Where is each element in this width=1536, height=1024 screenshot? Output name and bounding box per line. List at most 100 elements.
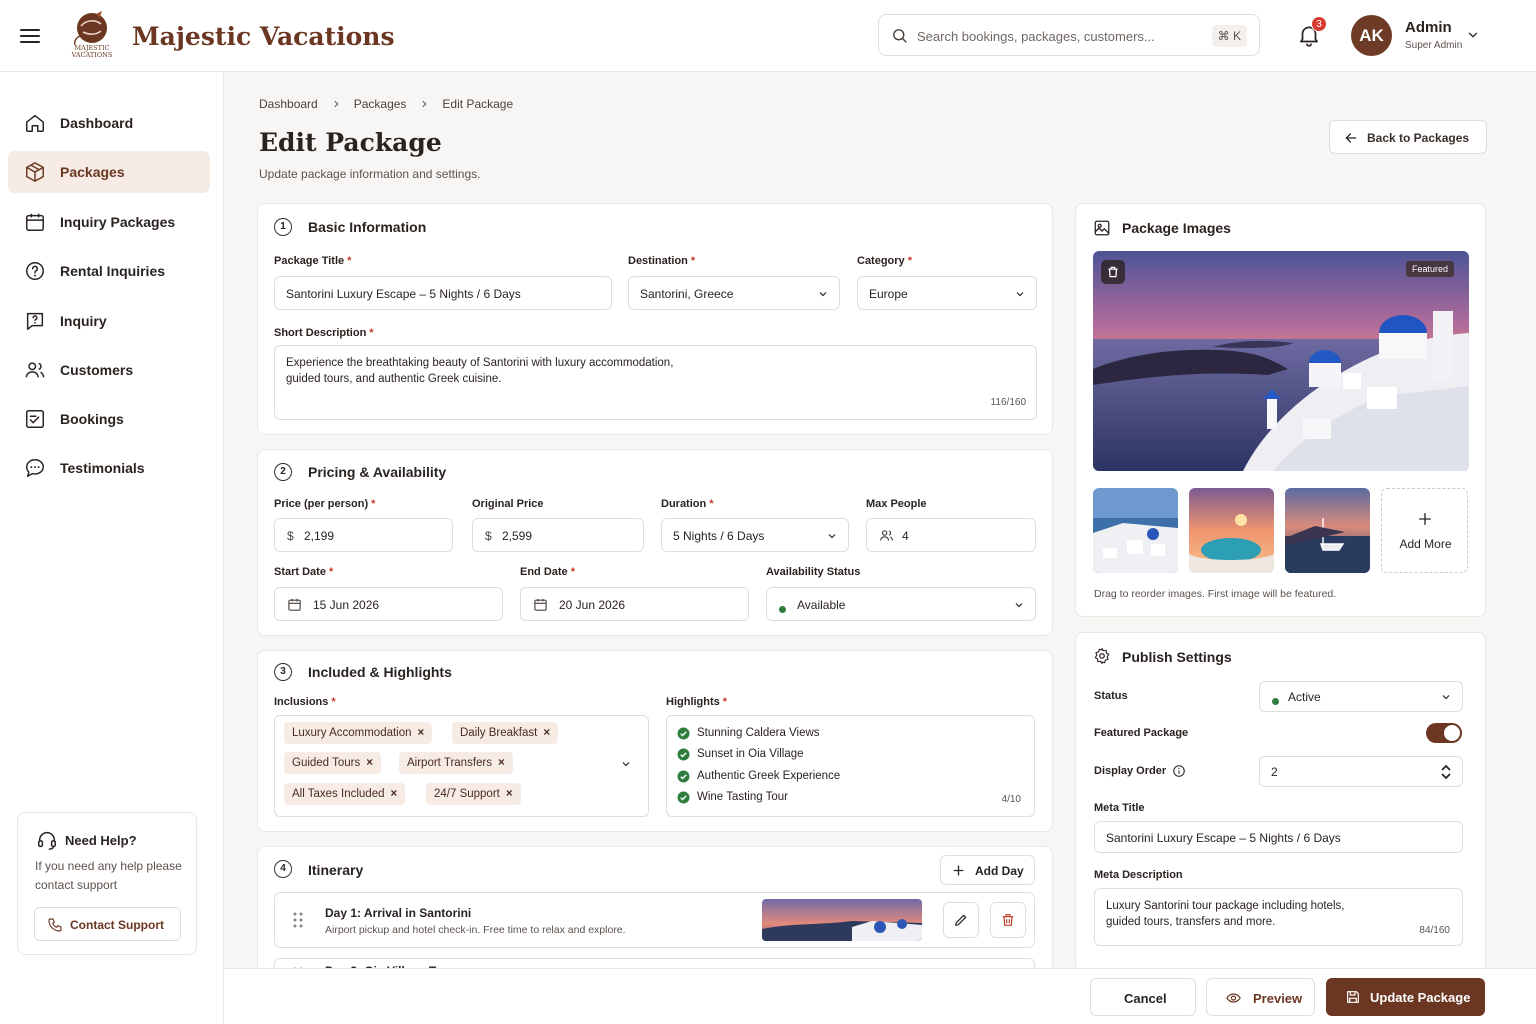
availability-select[interactable]: Available [766, 587, 1036, 621]
cancel-label: Cancel [1124, 991, 1167, 1006]
short-description-textarea[interactable]: Experience the breathtaking beauty of Sa… [274, 345, 1037, 420]
cancel-button[interactable]: Cancel [1090, 978, 1196, 1016]
display-order-input[interactable]: 2 [1259, 756, 1463, 787]
breadcrumb: Dashboard Packages Edit Package [259, 97, 513, 111]
step-number: 3 [274, 663, 292, 681]
arrow-left-icon [1344, 131, 1358, 145]
remove-chip-icon[interactable]: × [418, 727, 425, 739]
package-icon [24, 161, 46, 183]
help-text: If you need any help please contact supp… [35, 859, 182, 892]
delete-day-button[interactable] [990, 902, 1026, 938]
booking-icon [24, 408, 46, 430]
sidebar-item-bookings[interactable]: Bookings [8, 398, 210, 440]
inclusions-label: Inclusions * [274, 696, 336, 708]
plus-icon [1417, 511, 1433, 527]
price-input[interactable]: $2,199 [274, 518, 453, 552]
itinerary-title: Itinerary [308, 862, 364, 878]
chevron-down-icon[interactable] [620, 758, 632, 770]
remove-chip-icon[interactable]: × [506, 788, 513, 800]
start-date-input[interactable]: 15 Jun 2026 [274, 587, 503, 621]
package-title-input[interactable]: Santorini Luxury Escape – 5 Nights / 6 D… [274, 276, 612, 310]
featured-tag: Featured [1406, 261, 1455, 277]
inclusion-chip: Airport Transfers × [399, 752, 513, 774]
drag-handle-icon[interactable] [293, 912, 303, 928]
search-input[interactable] [917, 23, 1197, 49]
remove-chip-icon[interactable]: × [543, 727, 550, 739]
highlight-item: Authentic Greek Experience [697, 770, 841, 782]
duration-select[interactable]: 5 Nights / 6 Days [661, 518, 849, 552]
add-more-images-button[interactable]: Add More [1381, 488, 1468, 573]
max-people-input[interactable]: 4 [866, 518, 1036, 552]
contact-support-label: Contact Support [70, 918, 164, 932]
short-description-label: Short Description * [274, 327, 374, 339]
image-thumbnail[interactable] [1093, 488, 1178, 573]
brand-logo[interactable]: MAJESTIC VACATIONS [66, 8, 118, 62]
sidebar-item-packages[interactable]: Packages [8, 151, 210, 193]
sidebar-item-label: Inquiry [60, 313, 107, 329]
breadcrumb-dashboard[interactable]: Dashboard [259, 97, 318, 111]
destination-select[interactable]: Santorini, Greece [628, 276, 840, 310]
original-price-input[interactable]: $2,599 [472, 518, 644, 552]
meta-title-input[interactable]: Santorini Luxury Escape – 5 Nights / 6 D… [1094, 821, 1463, 853]
add-day-button[interactable]: Add Day [940, 855, 1035, 885]
inclusion-chip: 24/7 Support × [426, 783, 521, 805]
sidebar-item-inquiry-packages[interactable]: Inquiry Packages [8, 201, 210, 243]
check-circle-icon [677, 791, 690, 804]
info-icon[interactable] [1172, 764, 1186, 778]
menu-icon[interactable] [18, 24, 42, 48]
chevron-right-icon [419, 99, 429, 109]
sidebar-item-dashboard[interactable]: Dashboard [8, 102, 210, 144]
end-date-label: End Date * [520, 566, 575, 578]
notification-badge: 3 [1311, 16, 1327, 32]
add-day-label: Add Day [975, 864, 1024, 878]
stepper-icon[interactable] [1440, 762, 1452, 782]
sidebar-item-label: Inquiry Packages [60, 214, 176, 230]
user-name[interactable]: Admin [1405, 19, 1452, 36]
top-header: MAJESTIC VACATIONS Majestic Vacations ⌘ … [0, 0, 1536, 72]
package-title-label: Package Title * [274, 255, 352, 267]
chevron-down-icon [817, 288, 829, 300]
calendar-icon [24, 211, 46, 233]
itinerary-day-row[interactable]: Day 1: Arrival in Santorini Airport pick… [274, 892, 1035, 948]
sidebar-item-inquiry[interactable]: Inquiry [8, 300, 210, 342]
sidebar-item-label: Dashboard [60, 115, 134, 131]
status-dot [1272, 693, 1279, 708]
day-description: Airport pickup and hotel check-in. Free … [325, 924, 626, 936]
featured-image[interactable] [1093, 251, 1469, 471]
basic-information-title: Basic Information [308, 219, 427, 235]
availability-label: Availability Status [766, 566, 861, 578]
check-circle-icon [677, 727, 690, 740]
help-title: Need Help? [65, 833, 137, 848]
sidebar-item-customers[interactable]: Customers [8, 349, 210, 391]
meta-description-textarea[interactable]: Luxury Santorini tour package including … [1094, 888, 1463, 946]
avatar[interactable]: AK [1351, 15, 1392, 56]
included-title: Included & Highlights [308, 664, 452, 680]
sidebar-item-rental-inquiries[interactable]: Rental Inquiries [8, 250, 210, 292]
back-to-packages-button[interactable]: Back to Packages [1329, 120, 1487, 154]
chevron-down-icon[interactable] [1466, 28, 1480, 42]
remove-chip-icon[interactable]: × [390, 788, 397, 800]
remove-chip-icon[interactable]: × [366, 757, 373, 769]
category-label: Category * [857, 255, 912, 267]
edit-day-button[interactable] [943, 902, 979, 938]
display-order-label: Display Order [1094, 765, 1167, 777]
price-label: Price (per person) * [274, 498, 376, 510]
delete-image-button[interactable] [1101, 260, 1125, 284]
contact-support-button[interactable]: Contact Support [34, 907, 181, 941]
highlight-item: Stunning Caldera Views [697, 727, 820, 739]
end-date-input[interactable]: 20 Jun 2026 [520, 587, 749, 621]
remove-chip-icon[interactable]: × [498, 757, 505, 769]
featured-package-toggle[interactable] [1426, 723, 1462, 743]
sidebar-item-testimonials[interactable]: Testimonials [8, 447, 210, 489]
category-select[interactable]: Europe [857, 276, 1037, 310]
image-thumbnail[interactable] [1189, 488, 1274, 573]
day-title: Day 1: Arrival in Santorini [325, 906, 472, 920]
status-select[interactable]: Active [1259, 681, 1463, 712]
message-question-icon [24, 310, 46, 332]
status-label: Status [1094, 690, 1128, 702]
preview-button[interactable]: Preview [1206, 978, 1315, 1016]
breadcrumb-current: Edit Package [442, 97, 514, 111]
update-package-button[interactable]: Update Package [1326, 978, 1485, 1016]
image-thumbnail[interactable] [1285, 488, 1370, 573]
breadcrumb-packages[interactable]: Packages [354, 97, 407, 111]
